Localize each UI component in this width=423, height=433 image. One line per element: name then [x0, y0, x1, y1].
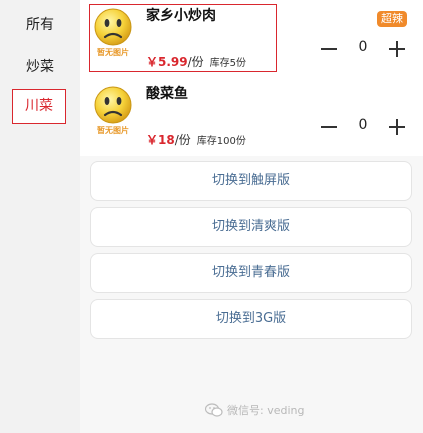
dish-stock: 库存5份 — [209, 58, 247, 69]
category-sidebar: 所有 炒菜 川菜 — [0, 0, 80, 433]
plus-icon — [389, 41, 405, 57]
wechat-watermark: 微信号: veding — [204, 402, 305, 418]
quantity-value: 0 — [358, 39, 368, 55]
dish-image-placeholder: 暂无图片 — [91, 8, 135, 66]
spicy-badge: 超辣 — [377, 11, 407, 27]
price-unit: /份 — [187, 55, 204, 69]
dish-item: 暂无图片 家乡小炒肉 超辣 ￥5.99/份 库存5份 0 — [80, 0, 423, 78]
increase-button[interactable] — [386, 37, 408, 61]
quantity-stepper: 0 — [318, 37, 410, 61]
dish-stock: 库存100份 — [196, 136, 246, 147]
no-image-label: 暂无图片 — [97, 126, 129, 135]
dish-price: ￥5.99 — [146, 55, 188, 69]
price-row: ￥18/份 库存100份 — [146, 131, 246, 148]
switch-clean-version-button[interactable]: 切换到清爽版 — [90, 207, 412, 247]
decrease-button[interactable] — [318, 115, 340, 139]
dish-name: 酸菜鱼 — [146, 86, 188, 102]
price-row: ￥5.99/份 库存5份 — [146, 53, 246, 70]
minus-icon — [321, 48, 337, 50]
sad-face-icon — [94, 86, 132, 124]
dish-price: ￥18 — [146, 133, 175, 147]
quantity-value: 0 — [358, 117, 368, 133]
dish-item: 暂无图片 酸菜鱼 ￥18/份 库存100份 0 — [80, 78, 423, 156]
dish-list: 暂无图片 家乡小炒肉 超辣 ￥5.99/份 库存5份 0 暂无图片 酸菜鱼 ￥1… — [80, 0, 423, 433]
category-stir-fry[interactable]: 炒菜 — [0, 56, 80, 76]
dish-name: 家乡小炒肉 — [146, 8, 216, 24]
category-sichuan[interactable]: 川菜 — [12, 89, 66, 124]
quantity-stepper: 0 — [318, 115, 410, 139]
decrease-button[interactable] — [318, 37, 340, 61]
switch-touch-version-button[interactable]: 切换到触屏版 — [90, 161, 412, 201]
price-unit: /份 — [174, 133, 191, 147]
no-image-label: 暂无图片 — [97, 48, 129, 57]
dish-image-placeholder: 暂无图片 — [91, 86, 135, 144]
wechat-icon — [204, 403, 223, 417]
switch-3g-version-button[interactable]: 切换到3G版 — [90, 299, 412, 339]
switch-youth-version-button[interactable]: 切换到青春版 — [90, 253, 412, 293]
plus-icon — [389, 119, 405, 135]
watermark-text: 微信号: veding — [227, 404, 305, 417]
minus-icon — [321, 126, 337, 128]
increase-button[interactable] — [386, 115, 408, 139]
sad-face-icon — [94, 8, 132, 46]
category-all[interactable]: 所有 — [0, 14, 80, 34]
